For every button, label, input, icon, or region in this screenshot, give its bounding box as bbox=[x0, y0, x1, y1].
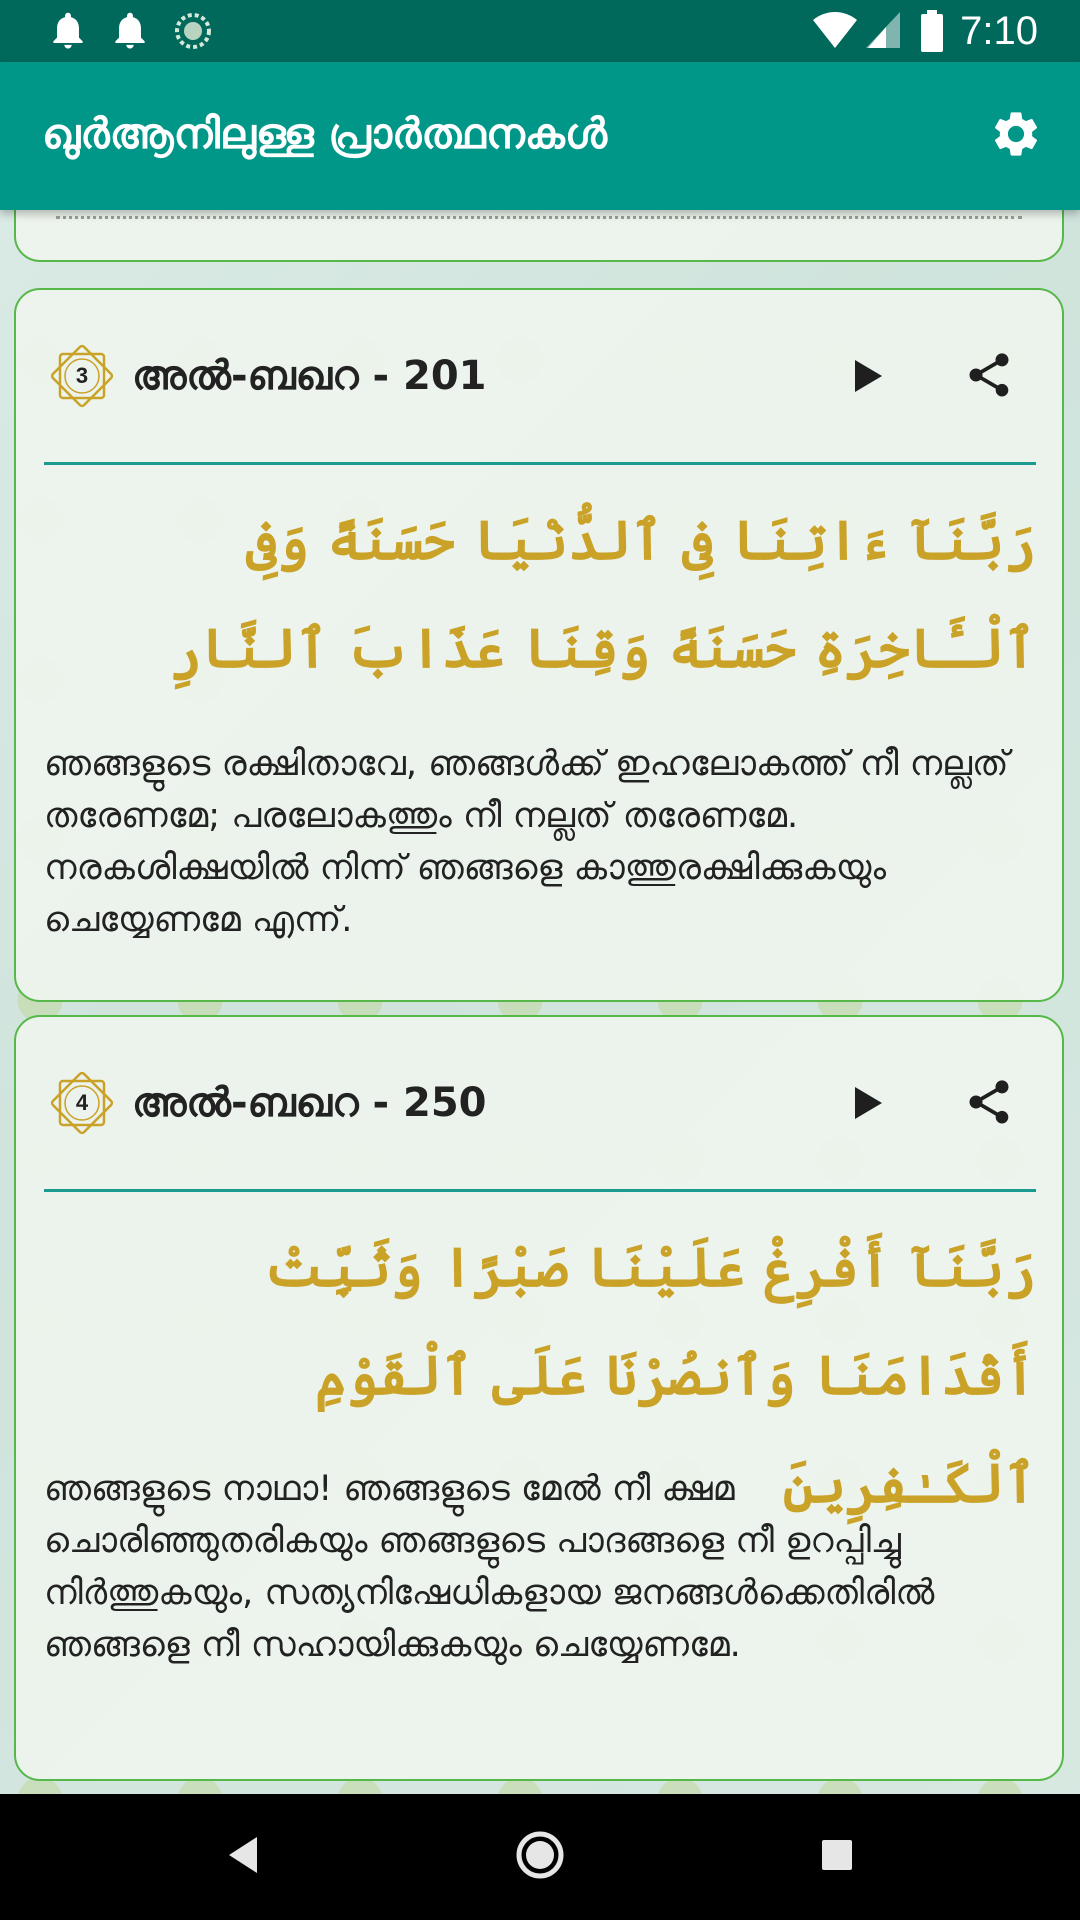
ayah-number: 3 bbox=[75, 363, 89, 388]
recents-button[interactable] bbox=[804, 1824, 870, 1890]
back-button[interactable] bbox=[210, 1824, 276, 1890]
recents-icon bbox=[819, 1837, 855, 1877]
ayah-number: 4 bbox=[75, 1090, 89, 1115]
status-bar: 7:10 bbox=[0, 0, 1080, 62]
navigation-bar bbox=[0, 1794, 1080, 1920]
notification-bell-icon bbox=[112, 12, 148, 50]
gear-icon bbox=[989, 107, 1043, 165]
play-button[interactable] bbox=[836, 1073, 900, 1137]
play-icon bbox=[851, 1083, 885, 1127]
notification-bell-icon bbox=[50, 12, 86, 50]
card-header: 4 അൽ-ബഖറ - 250 bbox=[16, 1017, 1062, 1191]
share-button[interactable] bbox=[956, 344, 1022, 410]
share-icon bbox=[963, 348, 1015, 406]
share-button[interactable] bbox=[956, 1071, 1022, 1137]
arabic-verse: رَبَّنَآ ءَاتِنَا فِى ٱلدُّنْيَا حَسَنَة… bbox=[169, 508, 1036, 680]
divider bbox=[44, 462, 1036, 465]
prayer-card-partial bbox=[14, 210, 1064, 262]
loading-circle-icon bbox=[174, 12, 211, 50]
app-bar: ഖുർആനിലുള്ള പ്രാർത്ഥനകൾ bbox=[0, 62, 1080, 210]
page-title: ഖുർആനിലുള്ള പ്രാർത്ഥനകൾ bbox=[42, 109, 608, 158]
surah-reference: അൽ-ബഖറ - 250 bbox=[132, 1080, 487, 1126]
cell-signal-icon bbox=[864, 10, 902, 54]
partial-text bbox=[56, 210, 1022, 219]
back-icon bbox=[223, 1833, 263, 1881]
surah-reference: അൽ-ബഖറ - 201 bbox=[132, 353, 487, 399]
wifi-icon bbox=[812, 10, 858, 54]
prayer-list[interactable]: 3 അൽ-ബഖറ - 201 رَبَّنَآ ءَاتِنَا فِى ٱلد… bbox=[0, 210, 1080, 1794]
translation-text: ഞങ്ങളുടെ നാഥാ! ഞങ്ങളുടെ മേല്‍ നീ ക്ഷമ ചൊ… bbox=[44, 1469, 935, 1665]
play-button[interactable] bbox=[836, 346, 900, 410]
divider bbox=[44, 1189, 1036, 1192]
battery-icon bbox=[920, 10, 944, 56]
home-icon bbox=[515, 1830, 565, 1884]
play-icon bbox=[851, 356, 885, 400]
share-icon bbox=[963, 1075, 1015, 1133]
settings-button[interactable] bbox=[982, 102, 1050, 170]
prayer-card: 3 അൽ-ബഖറ - 201 رَبَّنَآ ءَاتِنَا فِى ٱلد… bbox=[14, 288, 1064, 1002]
clock: 7:10 bbox=[960, 9, 1038, 53]
translation-text: ഞങ്ങളുടെ രക്ഷിതാവേ, ഞങ്ങള്‍ക്ക് ഇഹലോകത്ത… bbox=[44, 744, 1009, 940]
prayer-card: 4 അൽ-ബഖറ - 250 رَبَّنَآ أَفْرِغْ عَلَيْن… bbox=[14, 1015, 1064, 1781]
home-button[interactable] bbox=[507, 1824, 573, 1890]
card-header: 3 അൽ-ബഖറ - 201 bbox=[16, 290, 1062, 464]
